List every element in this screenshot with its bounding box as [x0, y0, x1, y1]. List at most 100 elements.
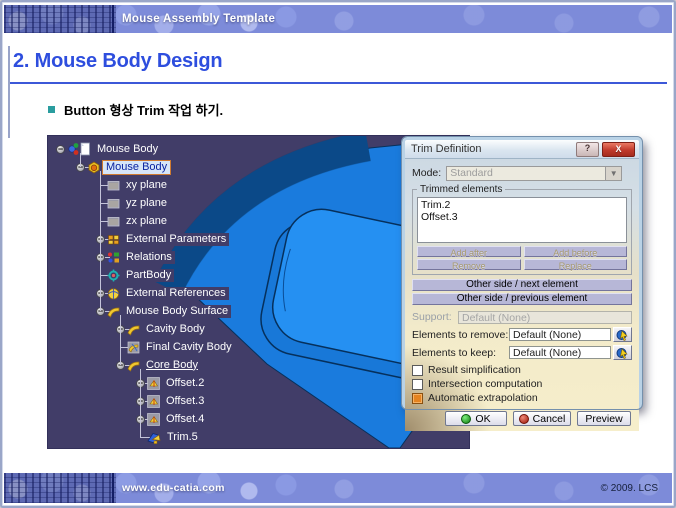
dialog-title-bar[interactable]: Trim Definition ? X	[405, 140, 639, 159]
remove-button[interactable]: Remove	[417, 259, 521, 270]
preview-button[interactable]: Preview	[577, 411, 631, 426]
tree-item-relations[interactable]: +Relations	[96, 248, 175, 266]
tree-item-trim-5[interactable]: Trim.5	[136, 428, 201, 446]
plane-icon	[107, 215, 120, 228]
pointer-picker-icon[interactable]	[613, 327, 632, 342]
tree-item-cavity-body[interactable]: +Cavity Body	[116, 320, 208, 338]
add-after-button[interactable]: Add after	[417, 246, 521, 257]
tree-item-yz-plane[interactable]: yz plane	[96, 194, 170, 212]
tree-item-label[interactable]: Cavity Body	[143, 323, 208, 336]
header-decoration-grid	[4, 5, 116, 33]
trimmed-elements-group: Trimmed elements Trim.2Offset.3 Add afte…	[412, 184, 632, 275]
trimmed-element-item[interactable]: Offset.3	[421, 211, 623, 223]
tree-item-label[interactable]: Mouse Body	[94, 143, 161, 156]
checkbox-checked-icon[interactable]	[412, 393, 423, 404]
tree-item-label[interactable]: Offset.2	[163, 377, 207, 390]
cancel-button[interactable]: Cancel	[513, 411, 571, 426]
tree-item-label[interactable]: yz plane	[123, 197, 170, 210]
tree-item-external-parameters[interactable]: +External Parameters	[96, 230, 229, 248]
support-row: Support: Default (None)	[412, 310, 632, 324]
add-before-button[interactable]: Add before	[524, 246, 628, 257]
dialog-body: Mode: Standard ▼ Trimmed elements Trim.2…	[405, 159, 639, 431]
options-checkboxes: Result simplification Intersection comput…	[412, 364, 632, 404]
help-icon[interactable]: ?	[576, 142, 599, 157]
relations-icon	[107, 251, 120, 264]
tree-item-mouse-body-surface[interactable]: −Mouse Body Surface	[96, 302, 231, 320]
checkbox-label: Automatic extrapolation	[428, 392, 538, 404]
footer-bar: www.edu-catia.com © 2009. LCS	[4, 473, 672, 503]
collapse-icon[interactable]: −	[56, 145, 65, 154]
support-label: Support:	[412, 311, 458, 323]
elements-to-remove-row: Elements to remove: Default (None)	[412, 327, 632, 342]
tree-item-offset-3[interactable]: +Offset.3	[136, 392, 207, 410]
trimmed-elements-list[interactable]: Trim.2Offset.3	[417, 197, 627, 243]
bullet-item: Button 형상 Trim 작업 하기.	[48, 100, 223, 119]
trimmed-elements-label: Trimmed elements	[417, 184, 505, 195]
tree-item-final-cavity-body[interactable]: Final Cavity Body	[116, 338, 235, 356]
tree-item-label[interactable]: External Parameters	[123, 233, 229, 246]
tree-item-offset-2[interactable]: +Offset.2	[136, 374, 207, 392]
tree-item-label[interactable]: Trim.5	[164, 431, 201, 444]
footer-divider	[112, 473, 114, 503]
mode-select[interactable]: Standard ▼	[446, 166, 622, 181]
checkbox-label: Intersection computation	[428, 378, 542, 390]
chevron-down-icon[interactable]: ▼	[605, 167, 621, 180]
tree-item-mouse-body[interactable]: − Mouse Body	[56, 140, 161, 158]
tree-item-xy-plane[interactable]: xy plane	[96, 176, 170, 194]
offset-feature-icon	[147, 395, 160, 408]
pointer-picker-icon[interactable]	[613, 345, 632, 360]
surface-body-icon	[127, 359, 140, 372]
red-status-dot-icon	[519, 414, 529, 424]
checkbox-unchecked-icon[interactable]	[412, 365, 423, 376]
ok-button[interactable]: OK	[445, 411, 507, 426]
external-references-icon	[107, 287, 120, 300]
header-bar: Mouse Assembly Template	[4, 5, 672, 33]
other-side-previous-button[interactable]: Other side / previous element	[412, 293, 632, 305]
tree-item-label[interactable]: Relations	[123, 251, 175, 264]
elements-to-keep-field[interactable]: Default (None)	[509, 346, 611, 359]
tree-item-label[interactable]: Mouse Body Surface	[123, 305, 231, 318]
bullet-text: Button 형상 Trim 작업 하기.	[64, 100, 223, 119]
checkbox-automatic-extrapolation[interactable]: Automatic extrapolation	[412, 392, 632, 404]
tree-item-label[interactable]: External References	[123, 287, 229, 300]
mode-value: Standard	[447, 167, 605, 179]
other-side-next-button[interactable]: Other side / next element	[412, 279, 632, 291]
mode-row: Mode: Standard ▼	[412, 165, 632, 181]
checkbox-result-simplification[interactable]: Result simplification	[412, 364, 632, 376]
tree-item-label[interactable]: Core Body	[143, 359, 201, 372]
dialog-actions: OK Cancel Preview	[412, 411, 632, 426]
slide: Mouse Assembly Template 2. Mouse Body De…	[0, 0, 676, 508]
trimmed-element-item[interactable]: Trim.2	[421, 199, 623, 211]
surface-body-icon	[107, 305, 120, 318]
replace-button[interactable]: Replace	[524, 259, 628, 270]
tree-item-partbody[interactable]: PartBody	[96, 266, 174, 284]
checkbox-label: Result simplification	[428, 364, 521, 376]
tree-item-label[interactable]: zx plane	[123, 215, 170, 228]
tree-item-zx-plane[interactable]: zx plane	[96, 212, 170, 230]
tree-item-external-references[interactable]: +External References	[96, 284, 229, 302]
tree-item-label[interactable]: xy plane	[123, 179, 170, 192]
mode-label: Mode:	[412, 167, 441, 179]
support-field: Default (None)	[458, 311, 632, 324]
ok-button-label: OK	[475, 413, 490, 425]
elements-to-keep-label: Elements to keep:	[412, 347, 509, 359]
tree-item-mouse-body[interactable]: −Mouse Body	[76, 158, 170, 176]
element-buttons-grid: Add after Add before Remove Replace	[417, 246, 627, 270]
elements-to-remove-field[interactable]: Default (None)	[509, 328, 611, 341]
checkbox-unchecked-icon[interactable]	[412, 379, 423, 390]
tree-item-label[interactable]: Mouse Body	[103, 161, 170, 174]
tree-item-label[interactable]: Offset.4	[163, 413, 207, 426]
tree-item-core-body[interactable]: −Core Body	[116, 356, 201, 374]
header-title: Mouse Assembly Template	[122, 5, 275, 33]
left-accent-line	[8, 46, 10, 138]
tree-item-label[interactable]: Final Cavity Body	[143, 341, 235, 354]
tree-item-label[interactable]: Offset.3	[163, 395, 207, 408]
close-icon[interactable]: X	[602, 142, 635, 157]
elements-to-keep-row: Elements to keep: Default (None)	[412, 345, 632, 360]
assembly-product-icon	[67, 142, 91, 156]
plane-icon	[107, 197, 120, 210]
tree-item-label[interactable]: PartBody	[123, 269, 174, 282]
tree-item-offset-4[interactable]: +Offset.4	[136, 410, 207, 428]
footer-decoration-grid	[4, 473, 116, 503]
checkbox-intersection-computation[interactable]: Intersection computation	[412, 378, 632, 390]
